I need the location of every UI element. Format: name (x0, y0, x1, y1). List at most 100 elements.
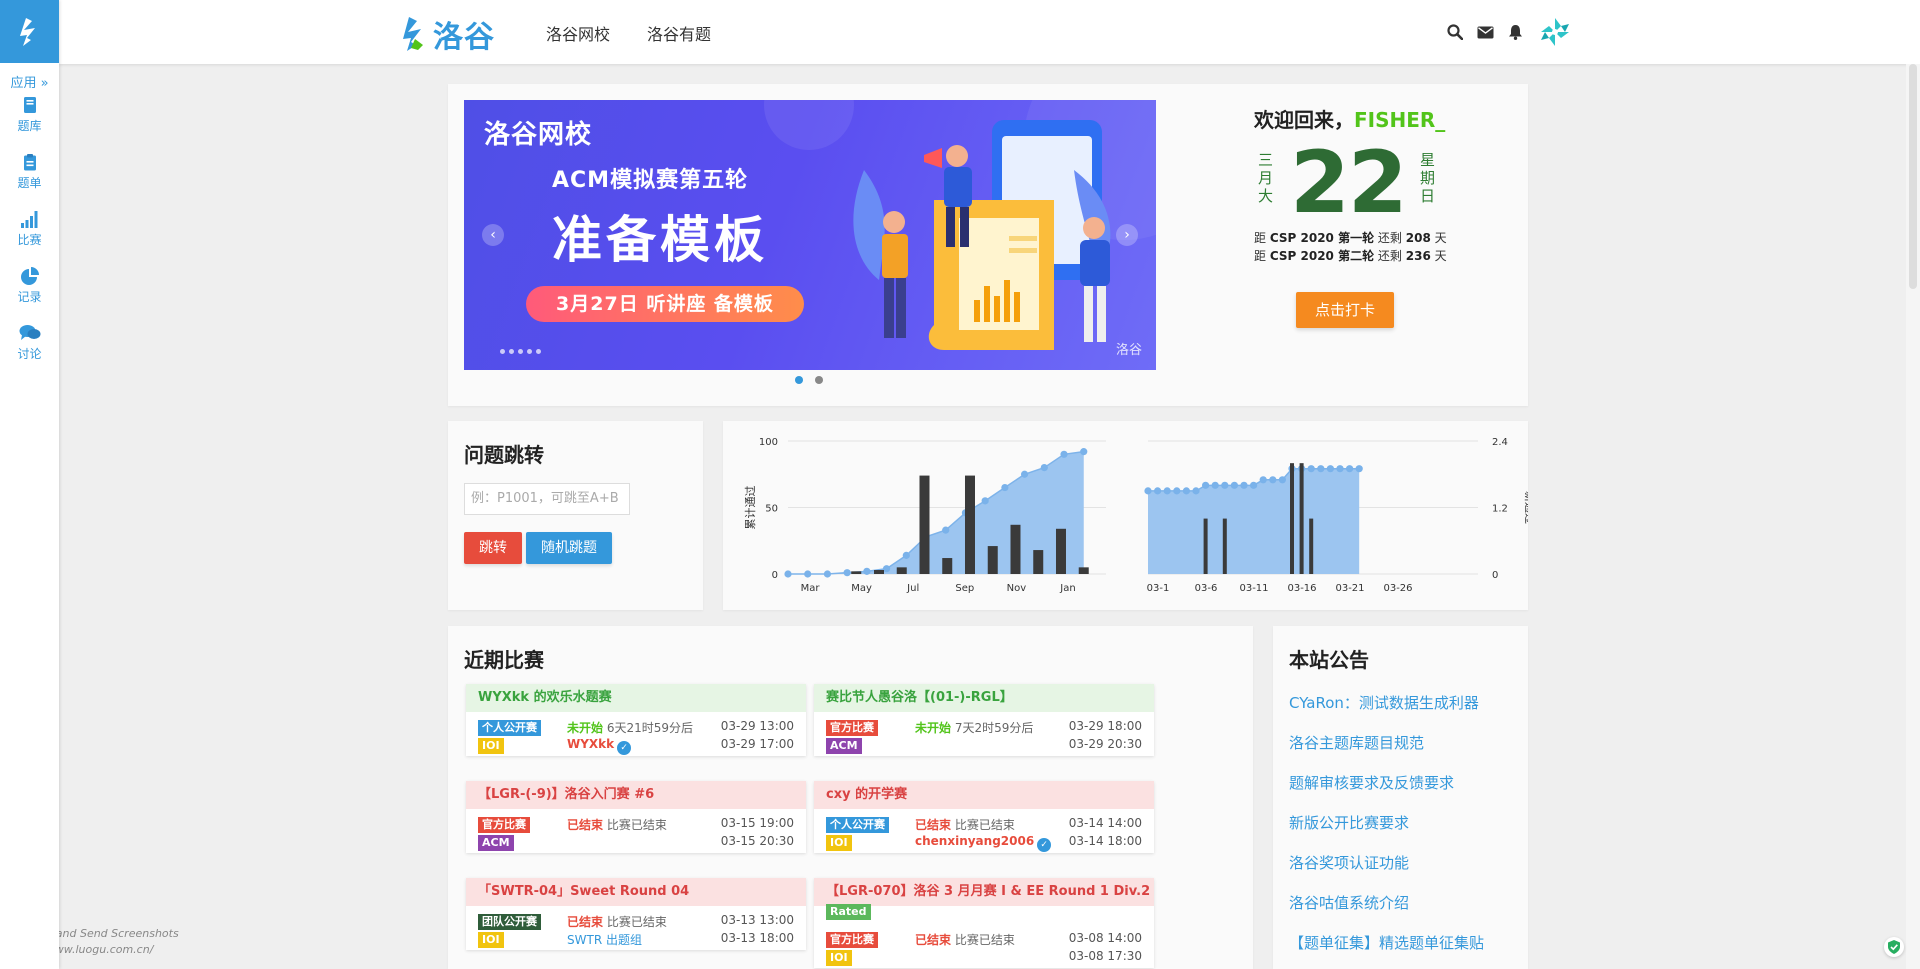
chart-bar (851, 571, 862, 574)
nav-luogu-youti[interactable]: 洛谷有题 (647, 21, 711, 45)
contest-title[interactable]: 【LGR-(-9)】洛谷入门赛 #6 (466, 781, 806, 809)
sidebar-logo[interactable] (0, 0, 59, 63)
shield-icon[interactable] (1884, 937, 1904, 957)
carousel-dot-1[interactable] (795, 376, 803, 384)
sidebar-item-contests[interactable]: 比赛 (0, 204, 59, 261)
chart-xtick-label: 03-16 (1287, 583, 1316, 594)
contest-title[interactable]: 【LGR-070】洛谷 3 月月赛 I & EE Round 1 Div.2 (814, 878, 1154, 906)
chart-bar (942, 558, 953, 574)
contest-type-badge: 官方比赛 (826, 720, 878, 736)
contest-item[interactable]: cxy 的开学赛 个人公开赛 IOI 已结束 比赛已结束 chenxinyang2006… (814, 781, 1154, 853)
contest-status: 已结束 比赛已结束 (915, 933, 1015, 947)
carousel-banner[interactable]: 洛谷网校 ACM模拟赛第五轮 准备模板 3月27日 听讲座 备模板 ‹ › 洛谷 (464, 100, 1156, 370)
problem-jump-card: 问题跳转 例：P1001，可跳至A+B 跳转 随机跳题 (448, 421, 703, 610)
recent-contests-card: 近期比赛 WYXkk 的欢乐水题赛 个人公开赛 IOI 未开始 6天21时59分后 WY… (448, 626, 1253, 969)
contest-item[interactable]: 赛比节人愚谷洛【(01-)-RGL】官方比赛 ACM 未开始 7天2时59分后 03-… (814, 684, 1154, 756)
chart-point (1080, 448, 1088, 456)
chart-bar (1290, 463, 1294, 574)
chart-bar (1222, 518, 1227, 574)
sidebar-item-problem-lists[interactable]: 题单 (0, 147, 59, 204)
recent-contests-title: 近期比赛 (464, 648, 544, 672)
announcement-link[interactable]: 洛谷主题库题目规范 (1289, 732, 1424, 753)
contest-start-time: 03-29 18:00 (1068, 719, 1142, 733)
carousel-dot-2[interactable] (815, 376, 823, 384)
contest-status: 未开始 6天21时59分后 (567, 721, 694, 735)
contest-status: 未开始 7天2时59分后 (915, 721, 1034, 735)
contest-end-time: 03-13 18:00 (720, 931, 794, 945)
contest-host[interactable]: WYXkk ✓ (567, 737, 632, 755)
carousel-next-button[interactable]: › (1116, 224, 1138, 246)
carousel-prev-button[interactable]: ‹ (482, 224, 504, 246)
sidebar-item-problems[interactable]: 题库 (0, 90, 59, 147)
book-icon (23, 97, 36, 113)
chart-point (1317, 465, 1325, 473)
jump-button[interactable]: 跳转 (464, 532, 522, 564)
chart-ytick-label: 0 (1492, 570, 1498, 581)
pie-chart-icon (20, 267, 39, 285)
contest-type-badge: 个人公开赛 (478, 720, 541, 736)
chart-point (1163, 487, 1171, 495)
calendar-month: 三月大 (1258, 151, 1274, 205)
chart-ytick-label: 50 (765, 504, 778, 515)
sidebar-apps-toggle[interactable]: 应用 » (0, 72, 59, 91)
chart-xtick-label: Sep (955, 583, 974, 594)
chart-xtick-label: 03-1 (1147, 583, 1170, 594)
sidebar-item-records[interactable]: 记录 (0, 261, 59, 318)
banner-subtitle: ACM模拟赛第五轮 (552, 168, 749, 193)
sidebar-item-discuss[interactable]: 讨论 (0, 318, 59, 375)
contest-item[interactable]: WYXkk 的欢乐水题赛 个人公开赛 IOI 未开始 6天21时59分后 WYXkk ✓ 0… (466, 684, 806, 756)
stats-chart-card: 0 50 100 累计通过 Mar May Jul Sep Nov Jan 0 1.2 2.4 新通过 0… (723, 421, 1528, 610)
luogu-logo-icon (19, 17, 35, 46)
contest-start-time: 03-14 14:00 (1068, 816, 1142, 830)
contest-body: 个人公开赛 IOI 未开始 6天21时59分后 WYXkk ✓ 03-29 13:00 03… (466, 712, 806, 756)
chart-xtick-label: Jul (906, 583, 919, 594)
contest-rule-badge: ACM (826, 738, 862, 754)
contest-title[interactable]: cxy 的开学赛 (814, 781, 1154, 809)
username[interactable]: FISHER_ (1354, 108, 1445, 132)
announcement-link[interactable]: CYaRon：测试数据生成利器 (1289, 692, 1479, 713)
contest-host[interactable]: SWTR 出题组 (567, 931, 642, 948)
announcement-link[interactable]: 新版公开比赛要求 (1289, 812, 1409, 833)
contest-item[interactable]: 「SWTR-04」Sweet Round 04 团队公开赛 IOI 已结束 比赛已结束… (466, 878, 806, 950)
bar-chart-icon (20, 211, 37, 228)
contest-item[interactable]: 【LGR-(-9)】洛谷入门赛 #6 官方比赛 ACM 已结束 比赛已结束 03-15 … (466, 781, 806, 853)
punch-in-button[interactable]: 点击打卡 (1296, 292, 1394, 328)
chart-point (1269, 476, 1277, 484)
announcement-link[interactable]: 洛谷奖项认证功能 (1289, 852, 1409, 873)
announcement-link[interactable]: 题解审核要求及反馈要求 (1289, 772, 1454, 793)
contest-host[interactable]: chenxinyang2006 ✓ (915, 834, 1052, 852)
contest-body: 个人公开赛 IOI 已结束 比赛已结束 chenxinyang2006 ✓ 03-14 1… (814, 809, 1154, 853)
contest-title[interactable]: 「SWTR-04」Sweet Round 04 (466, 878, 806, 906)
chart-point (1192, 487, 1200, 495)
contest-rule-badge: ACM (478, 835, 514, 851)
brand-logo[interactable]: 洛谷 (401, 12, 495, 56)
chart-ylabel: 累计通过 (744, 486, 757, 530)
contest-status: 已结束 比赛已结束 (567, 818, 667, 832)
nav-luogu-school[interactable]: 洛谷网校 (546, 21, 610, 45)
banner-decor-dots (500, 349, 545, 354)
search-icon[interactable] (1447, 24, 1463, 40)
chart-xtick-label: 03-6 (1195, 583, 1218, 594)
top-actions (1447, 14, 1573, 50)
brand-name: 洛谷 (433, 20, 495, 55)
chart-xtick-label: 03-26 (1383, 583, 1412, 594)
chart-point (1173, 487, 1181, 495)
user-avatar[interactable] (1537, 14, 1573, 50)
sidebar-item-label: 讨论 (17, 347, 42, 361)
bell-icon[interactable] (1508, 24, 1523, 40)
mail-icon[interactable] (1477, 26, 1494, 39)
contest-item[interactable]: 【LGR-070】洛谷 3 月月赛 I & EE Round 1 Div.2 Ra… (814, 878, 1154, 968)
chart-xtick-label: 03-11 (1239, 583, 1268, 594)
chart-bar (919, 475, 930, 574)
scrollbar-thumb[interactable] (1909, 64, 1917, 289)
announcement-link[interactable]: 【题单征集】精选题单征集贴 (1289, 932, 1484, 953)
contest-title[interactable]: WYXkk 的欢乐水题赛 (466, 684, 806, 712)
sidebar-item-label: 记录 (17, 290, 42, 304)
clipboard-icon (23, 154, 36, 171)
contest-body: 官方比赛 ACM 未开始 7天2时59分后 03-29 18:00 03-29 20:3… (814, 712, 1154, 756)
announcement-link[interactable]: 洛谷咕值系统介绍 (1289, 892, 1409, 913)
contest-title[interactable]: 赛比节人愚谷洛【(01-)-RGL】 (814, 684, 1154, 712)
random-jump-button[interactable]: 随机跳题 (526, 532, 612, 564)
rated-badge: Rated (826, 904, 871, 920)
problem-jump-input[interactable]: 例：P1001，可跳至A+B (464, 483, 630, 515)
